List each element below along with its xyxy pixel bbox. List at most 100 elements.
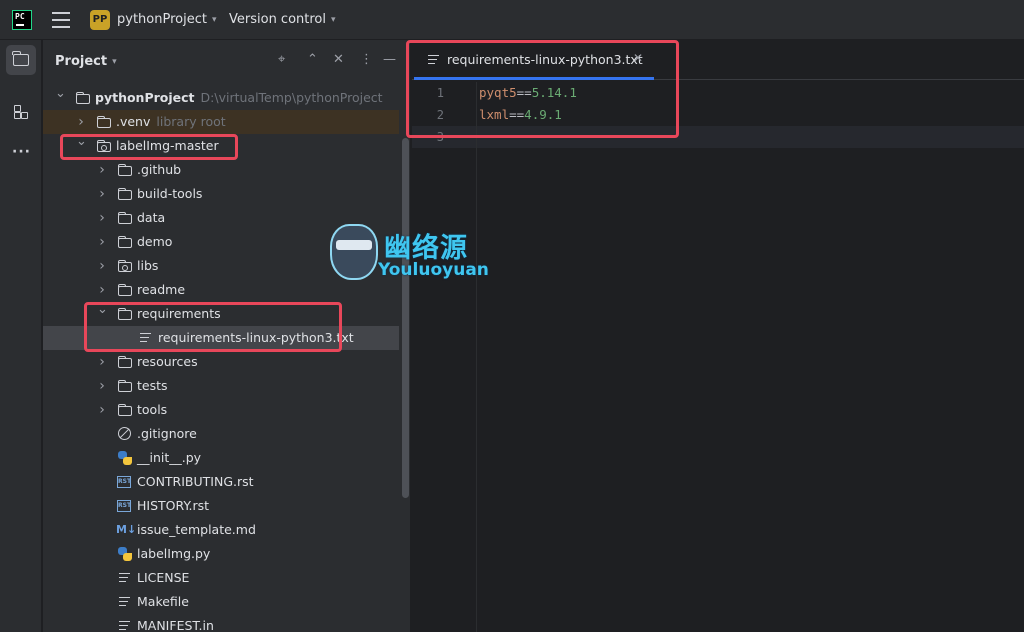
chevron-right-icon[interactable]: ›	[97, 230, 107, 254]
tree-item-text: build-tools	[137, 186, 203, 201]
tree-row[interactable]: RST CONTRIBUTING.rst	[43, 470, 410, 494]
tree-item-text: HISTORY.rst	[137, 498, 210, 513]
tree-scrollbar[interactable]	[402, 138, 409, 498]
tree-row[interactable]: M↓ issue_template.md	[43, 518, 410, 542]
structure-icon	[14, 105, 28, 119]
tree-item-text: .github	[137, 162, 182, 177]
tree-item-label: libs	[137, 254, 158, 278]
tree-item-text: CONTRIBUTING.rst	[137, 474, 254, 489]
tree-item-text: tests	[137, 378, 168, 393]
tree-item-text: pythonProject	[95, 90, 195, 105]
chevron-right-icon[interactable]: ›	[97, 254, 107, 278]
tree-item-label: build-tools	[137, 182, 202, 206]
tree-row[interactable]: MANIFEST.in	[43, 614, 410, 632]
tree-row[interactable]: › tests	[43, 374, 410, 398]
folder-icon	[117, 235, 133, 249]
tree-row[interactable]: › build-tools	[43, 182, 410, 206]
tree-item-hint: D:\virtualTemp\pythonProject	[200, 90, 383, 105]
project-switcher[interactable]: pythonProject ▾	[117, 12, 216, 27]
tree-item-text: data	[137, 210, 166, 225]
chevron-right-icon[interactable]: ›	[97, 350, 107, 374]
more-horizontal-icon: ···	[12, 144, 31, 160]
version-control-label: Version control	[229, 12, 326, 27]
version-control-menu[interactable]: Version control ▾	[229, 12, 336, 27]
chevron-right-icon[interactable]: ›	[97, 182, 107, 206]
mascot-icon	[330, 224, 378, 280]
project-badge[interactable]: PP	[90, 10, 110, 30]
folder-icon	[75, 91, 91, 105]
tree-row[interactable]: › .venv library root	[43, 110, 399, 134]
tree-item-text: Makefile	[137, 594, 189, 609]
folder-icon	[117, 355, 133, 369]
tree-item-text: .gitignore	[137, 426, 197, 441]
chevron-right-icon[interactable]: ›	[97, 158, 107, 182]
tree-item-label: tests	[137, 374, 168, 398]
tree-item-text: MANIFEST.in	[137, 618, 214, 632]
tree-row[interactable]: RST HISTORY.rst	[43, 494, 410, 518]
tree-item-text: demo	[137, 234, 173, 249]
minimize-icon[interactable]: —	[383, 52, 396, 67]
text-file-icon	[117, 571, 133, 585]
tree-item-label: resources	[137, 350, 198, 374]
tree-row[interactable]: Makefile	[43, 590, 410, 614]
tree-row[interactable]: labelImg.py	[43, 542, 410, 566]
folder-icon	[96, 115, 112, 129]
tree-item-label: readme	[137, 278, 185, 302]
tree-item-text: resources	[137, 354, 198, 369]
tree-item-text: labelImg.py	[137, 546, 211, 561]
tree-item-text: issue_template.md	[137, 522, 256, 537]
tree-item-label: HISTORY.rst	[137, 494, 209, 518]
tree-row[interactable]: __init__.py	[43, 446, 410, 470]
tree-item-hint: library root	[156, 114, 226, 129]
text-file-icon	[117, 619, 133, 632]
chevron-right-icon[interactable]: ›	[97, 398, 107, 422]
chevron-down-icon: ▾	[331, 15, 336, 25]
tree-item-text: LICENSE	[137, 570, 190, 585]
more-tools-button[interactable]: ···	[6, 137, 36, 167]
tree-row[interactable]: LICENSE	[43, 566, 410, 590]
folder-icon	[117, 403, 133, 417]
rst-file-icon: RST	[117, 475, 133, 489]
project-panel-header[interactable]: Project ▾	[55, 54, 117, 69]
watermark-en: Youluoyuan	[378, 260, 489, 280]
tree-row[interactable]: › resources	[43, 350, 410, 374]
structure-tool-button[interactable]	[6, 97, 36, 127]
chevron-right-icon[interactable]: ›	[97, 206, 107, 230]
expand-icon[interactable]: ⌃	[307, 52, 318, 67]
collapse-icon[interactable]: ✕	[333, 52, 344, 67]
tree-row[interactable]: .gitignore	[43, 422, 410, 446]
tree-item-label: data	[137, 206, 165, 230]
highlight-box-editor	[406, 40, 679, 138]
tree-item-label: labelImg.py	[137, 542, 210, 566]
title-bar: PC PP pythonProject ▾ Version control ▾	[0, 0, 1024, 40]
tree-row[interactable]: › tools	[43, 398, 410, 422]
tree-item-label: MANIFEST.in	[137, 614, 214, 632]
chevron-down-icon[interactable]: ⌄	[55, 82, 66, 106]
tree-row[interactable]: ⌄ pythonProject D:\virtualTemp\pythonProje…	[43, 86, 410, 110]
rst-file-icon: RST	[117, 499, 133, 513]
main-menu-icon[interactable]	[52, 12, 70, 28]
highlight-box-requirements	[84, 302, 342, 352]
python-file-icon	[117, 547, 133, 561]
module-folder-icon	[117, 259, 133, 273]
more-vertical-icon[interactable]: ⋮	[360, 52, 373, 67]
markdown-file-icon: M↓	[116, 523, 137, 536]
folder-icon	[117, 283, 133, 297]
tree-item-label: demo	[137, 230, 172, 254]
text-file-icon	[117, 595, 133, 609]
tree-item-label: issue_template.md	[137, 518, 256, 542]
pycharm-logo-icon[interactable]: PC	[12, 10, 32, 30]
chevron-right-icon[interactable]: ›	[97, 374, 107, 398]
tool-window-strip: ···	[0, 40, 42, 632]
crosshair-icon[interactable]: ⌖	[278, 52, 285, 67]
project-tool-button[interactable]	[6, 45, 36, 75]
tree-item-label: tools	[137, 398, 167, 422]
panel-title: Project	[55, 54, 108, 69]
tree-item-label: CONTRIBUTING.rst	[137, 470, 254, 494]
tree-item-label: __init__.py	[137, 446, 201, 470]
python-file-icon	[117, 451, 133, 465]
tree-item-text: libs	[137, 258, 159, 273]
tree-row[interactable]: › .github	[43, 158, 410, 182]
tree-item-text: tools	[137, 402, 168, 417]
tree-item-label: .venv library root	[116, 110, 226, 134]
